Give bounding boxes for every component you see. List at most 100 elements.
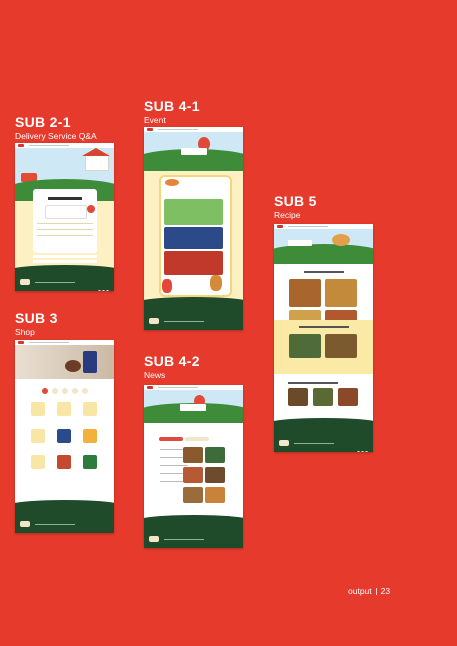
apple-icon	[87, 205, 95, 213]
product-card[interactable]	[31, 402, 45, 416]
top-nav	[144, 127, 243, 132]
footer-links	[164, 539, 204, 540]
footer-links	[35, 282, 75, 283]
news-item[interactable]	[160, 465, 188, 466]
category-tab[interactable]	[62, 388, 68, 394]
qa-row[interactable]	[37, 235, 93, 236]
sub2-1-label: SUB 2-1 Delivery Service Q&A	[15, 114, 97, 142]
news-thumbnail[interactable]	[183, 447, 203, 463]
recipe-thumb[interactable]	[338, 388, 358, 406]
sub4-1-screenshot	[144, 127, 243, 330]
sub5-title: SUB 5	[274, 193, 317, 209]
footer	[144, 302, 243, 330]
product-card[interactable]	[83, 402, 97, 416]
qa-row[interactable]	[33, 255, 97, 258]
sub4-2-title: SUB 4-2	[144, 353, 200, 369]
nav-links	[29, 342, 69, 343]
sub4-1-subtitle: Event	[144, 115, 166, 125]
hero-wave	[15, 379, 114, 385]
sub3-label: SUB 3 Shop	[15, 310, 58, 338]
sub2-1-title: SUB 2-1	[15, 114, 71, 130]
category-tab[interactable]	[72, 388, 78, 394]
tab-news[interactable]	[159, 437, 183, 441]
food-illustration	[332, 234, 350, 246]
social-icons	[356, 441, 368, 452]
tab-notice[interactable]	[185, 437, 209, 441]
recipe-image[interactable]	[289, 334, 321, 358]
logo-icon	[147, 386, 153, 389]
product-card[interactable]	[57, 429, 71, 443]
sub2-1-subtitle: Delivery Service Q&A	[15, 131, 97, 141]
page-footer: output 23	[348, 586, 390, 596]
footer-logo-icon	[20, 279, 30, 285]
footer-logo-icon	[149, 318, 159, 324]
category-tab[interactable]	[42, 388, 48, 394]
news-thumbnail[interactable]	[183, 467, 203, 483]
sub5-screenshot	[274, 224, 373, 452]
page-number: 23	[380, 586, 391, 596]
green-hill	[274, 244, 373, 264]
mascot-icon	[210, 275, 222, 291]
page-title	[288, 240, 312, 246]
news-thumbnail[interactable]	[205, 467, 225, 483]
top-nav	[274, 224, 373, 229]
news-thumbnail[interactable]	[183, 487, 203, 503]
product-card[interactable]	[31, 429, 45, 443]
news-thumbnail[interactable]	[205, 447, 225, 463]
sub4-2-subtitle: News	[144, 370, 166, 380]
recipe-image[interactable]	[325, 334, 357, 358]
mascot-icon	[162, 279, 172, 293]
product-image	[83, 351, 97, 373]
product-card[interactable]	[83, 429, 97, 443]
event-card[interactable]	[164, 227, 223, 249]
house-roof-icon	[82, 148, 110, 156]
qa-search-box[interactable]	[45, 205, 87, 219]
sub4-2-label: SUB 4-2 News	[144, 353, 200, 381]
section-heading	[288, 382, 338, 384]
logo-icon	[18, 144, 24, 147]
sub4-1-title: SUB 4-1	[144, 98, 200, 114]
page-title	[181, 148, 207, 155]
category-tab[interactable]	[82, 388, 88, 394]
product-card[interactable]	[57, 402, 71, 416]
product-card[interactable]	[83, 455, 97, 469]
footer	[144, 520, 243, 548]
footer-links	[294, 443, 334, 444]
sub2-1-screenshot	[15, 143, 114, 291]
sub4-1-label: SUB 4-1 Event	[144, 98, 200, 126]
nav-links	[288, 226, 328, 227]
sub3-subtitle: Shop	[15, 327, 35, 337]
section-heading	[299, 326, 349, 328]
divider	[375, 588, 377, 595]
sub4-2-screenshot	[144, 385, 243, 548]
qa-row[interactable]	[37, 229, 93, 230]
logo-icon	[147, 128, 153, 131]
sub5-subtitle: Recipe	[274, 210, 301, 220]
qa-row[interactable]	[33, 260, 97, 263]
nav-links	[158, 387, 198, 388]
logo-icon	[18, 341, 24, 344]
footer-links	[164, 321, 204, 322]
category-tab[interactable]	[52, 388, 58, 394]
section-heading	[304, 271, 344, 273]
sub5-label: SUB 5 Recipe	[274, 193, 317, 221]
footer	[15, 271, 114, 291]
sweet-potato-icon	[165, 179, 179, 186]
event-card[interactable]	[164, 251, 223, 275]
footer	[274, 424, 373, 452]
recipe-thumb[interactable]	[313, 388, 333, 406]
footer-logo-icon	[279, 440, 289, 446]
hero-banner	[15, 345, 114, 379]
logo-icon	[277, 225, 283, 228]
product-card[interactable]	[31, 455, 45, 469]
product-card[interactable]	[57, 455, 71, 469]
event-card[interactable]	[164, 199, 223, 225]
footer	[15, 505, 114, 533]
news-thumbnail[interactable]	[205, 487, 225, 503]
qa-row[interactable]	[37, 223, 93, 224]
footer-logo-icon	[20, 521, 30, 527]
recipe-image[interactable]	[325, 279, 357, 307]
recipe-image[interactable]	[289, 279, 321, 307]
top-nav	[144, 385, 243, 390]
recipe-thumb[interactable]	[288, 388, 308, 406]
